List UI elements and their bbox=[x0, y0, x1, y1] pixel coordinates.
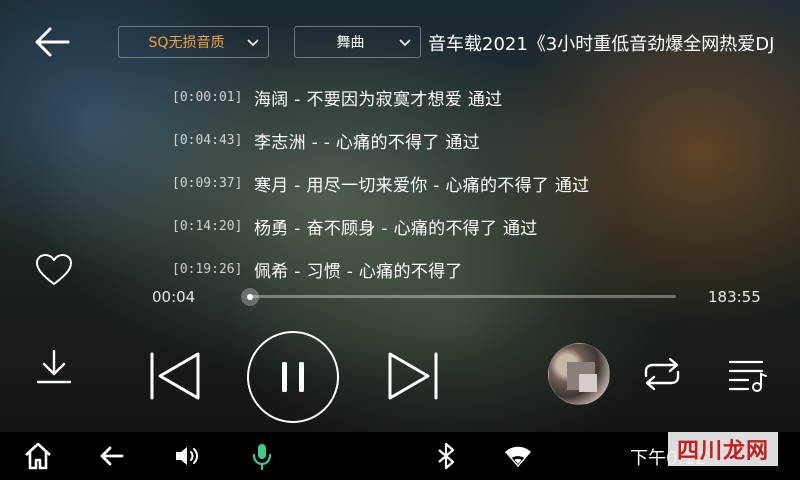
voice-button[interactable] bbox=[246, 440, 278, 472]
heart-icon bbox=[36, 254, 72, 285]
lyric-text: 李志洲 - - 心痛的不得了 通过 bbox=[254, 132, 480, 153]
chevron-down-icon bbox=[399, 39, 411, 47]
lyric-line[interactable]: [0:14:20] 杨勇 - 奋不顾身 - 心痛的不得了 通过 bbox=[172, 212, 538, 240]
play-pause-button[interactable] bbox=[246, 330, 340, 424]
back-button[interactable] bbox=[28, 22, 76, 62]
album-art[interactable] bbox=[548, 343, 610, 405]
download-icon bbox=[36, 349, 72, 384]
repeat-icon bbox=[644, 357, 680, 391]
home-button[interactable] bbox=[22, 440, 54, 472]
lyric-timestamp: [0:00:01] bbox=[172, 89, 243, 105]
next-track-icon bbox=[388, 352, 438, 400]
bluetooth-icon bbox=[438, 442, 455, 470]
pause-icon bbox=[247, 331, 339, 423]
volume-icon bbox=[176, 447, 198, 465]
wifi-status[interactable] bbox=[502, 440, 534, 472]
quality-dropdown[interactable]: SQ无损音质 bbox=[118, 26, 269, 58]
lyric-line[interactable]: [0:00:01] 海阔 - 不要因为寂寞才想爱 通过 bbox=[172, 83, 502, 111]
song-title: 音车载2021《3小时重低音劲爆全网热爱DJ bbox=[428, 34, 775, 55]
volume-button[interactable] bbox=[170, 440, 202, 472]
lyric-timestamp: [0:04:43] bbox=[172, 132, 243, 148]
genre-label: 舞曲 bbox=[336, 35, 365, 51]
wifi-icon bbox=[505, 446, 531, 467]
back-arrow-icon bbox=[100, 446, 124, 466]
elapsed-time: 00:04 bbox=[152, 288, 196, 306]
previous-track-icon bbox=[150, 352, 200, 400]
seek-thumb[interactable] bbox=[241, 288, 259, 306]
genre-dropdown[interactable]: 舞曲 bbox=[294, 26, 421, 58]
lyric-text: 杨勇 - 奋不顾身 - 心痛的不得了 通过 bbox=[254, 218, 538, 239]
lyric-text: 寒月 - 用尽一切来爱你 - 心痛的不得了 通过 bbox=[254, 175, 590, 196]
chevron-down-icon bbox=[247, 39, 259, 47]
playlist-icon bbox=[728, 360, 767, 392]
lyric-line[interactable]: [0:09:37] 寒月 - 用尽一切来爱你 - 心痛的不得了 通过 bbox=[172, 169, 590, 197]
next-button[interactable] bbox=[382, 348, 442, 404]
system-back-button[interactable] bbox=[96, 440, 128, 472]
previous-button[interactable] bbox=[146, 348, 206, 404]
favorite-button[interactable] bbox=[34, 252, 74, 288]
seek-bar[interactable] bbox=[250, 295, 676, 298]
bluetooth-status[interactable] bbox=[430, 440, 462, 472]
lyric-line[interactable]: [0:19:26] 佩希 - 习惯 - 心痛的不得了 bbox=[172, 255, 463, 283]
lyric-text: 佩希 - 习惯 - 心痛的不得了 bbox=[254, 261, 463, 282]
lyric-timestamp: [0:14:20] bbox=[172, 218, 243, 234]
lyric-text: 海阔 - 不要因为寂寞才想爱 通过 bbox=[254, 89, 503, 110]
lyric-timestamp: [0:09:37] bbox=[172, 175, 243, 191]
home-icon bbox=[25, 442, 51, 470]
download-button[interactable] bbox=[32, 345, 76, 389]
total-duration: 183:55 bbox=[708, 288, 761, 306]
playlist-button[interactable] bbox=[726, 354, 770, 394]
album-art-mosaic bbox=[579, 374, 597, 392]
quality-label: SQ无损音质 bbox=[148, 35, 225, 51]
repeat-button[interactable] bbox=[638, 354, 686, 394]
watermark: 四川龙网 bbox=[668, 432, 778, 466]
microphone-icon bbox=[252, 444, 272, 471]
back-arrow-icon bbox=[35, 27, 70, 57]
lyric-line[interactable]: [0:04:43] 李志洲 - - 心痛的不得了 通过 bbox=[172, 126, 480, 154]
lyric-timestamp: [0:19:26] bbox=[172, 261, 243, 277]
